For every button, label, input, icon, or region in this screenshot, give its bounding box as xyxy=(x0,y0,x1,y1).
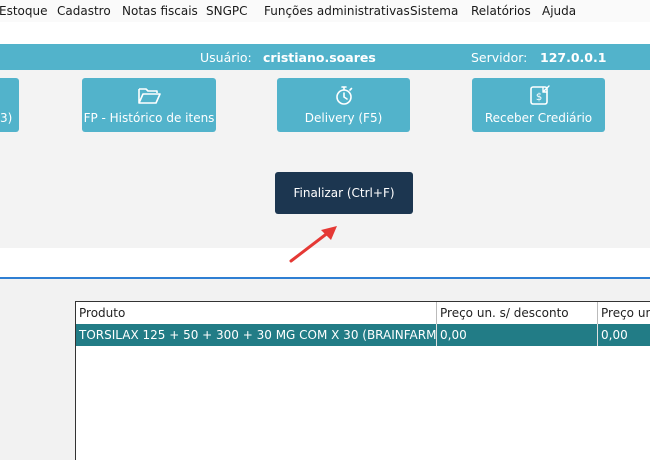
partial-function-button[interactable]: 3) xyxy=(0,78,19,132)
receive-credit-button[interactable]: $ Receber Crediário xyxy=(472,78,605,132)
cell-preco-un: 0,00 xyxy=(598,324,650,346)
menu-ajuda[interactable]: Ajuda xyxy=(542,4,576,18)
delivery-label: Delivery (F5) xyxy=(304,111,383,125)
server-label: Servidor: xyxy=(471,50,528,65)
money-receive-icon: $ xyxy=(529,85,550,105)
items-table[interactable]: Produto Preço un. s/ desconto Preço un. … xyxy=(75,301,650,460)
menu-sngpc[interactable]: SNGPC xyxy=(206,4,248,18)
finalize-label: Finalizar (Ctrl+F) xyxy=(293,186,395,200)
column-header-preco-un[interactable]: Preço un. xyxy=(598,302,650,324)
receive-credit-label: Receber Crediário xyxy=(484,111,593,125)
annotation-arrow-icon xyxy=(289,226,337,263)
menu-notas-fiscais[interactable]: Notas fiscais xyxy=(122,4,198,18)
menu-funcoes-administrativas[interactable]: Funções administrativas xyxy=(264,4,410,18)
menu-sistema[interactable]: Sistema xyxy=(410,4,458,18)
table-header: Produto Preço un. s/ desconto Preço un. xyxy=(76,302,650,325)
history-items-button[interactable]: FP - Histórico de itens xyxy=(82,78,216,132)
svg-text:$: $ xyxy=(535,92,541,103)
column-header-produto[interactable]: Produto xyxy=(76,302,437,324)
stopwatch-icon xyxy=(335,86,352,105)
user-value: cristiano.soares xyxy=(263,50,376,65)
history-items-label: FP - Histórico de itens xyxy=(83,111,215,125)
partial-function-label: 3) xyxy=(0,111,13,125)
finalize-button[interactable]: Finalizar (Ctrl+F) xyxy=(275,172,413,214)
cell-preco-sem-desconto: 0,00 xyxy=(437,324,598,346)
menu-bar: Estoque Cadastro Notas fiscais SNGPC Fun… xyxy=(0,0,650,22)
folder-open-icon xyxy=(138,88,161,104)
menu-cadastro[interactable]: Cadastro xyxy=(57,4,111,18)
session-info-bar: Usuário: cristiano.soares Servidor: 127.… xyxy=(0,44,650,70)
server-value: 127.0.0.1 xyxy=(540,50,607,65)
user-label: Usuário: xyxy=(200,50,252,65)
cell-produto: TORSILAX 125 + 50 + 300 + 30 MG COM X 30… xyxy=(76,324,437,346)
column-header-preco-sem-desconto[interactable]: Preço un. s/ desconto xyxy=(437,302,598,324)
menu-relatorios[interactable]: Relatórios xyxy=(471,4,531,18)
menu-estoque[interactable]: Estoque xyxy=(0,4,48,18)
delivery-button[interactable]: Delivery (F5) xyxy=(277,78,410,132)
table-row[interactable]: TORSILAX 125 + 50 + 300 + 30 MG COM X 30… xyxy=(76,324,650,346)
